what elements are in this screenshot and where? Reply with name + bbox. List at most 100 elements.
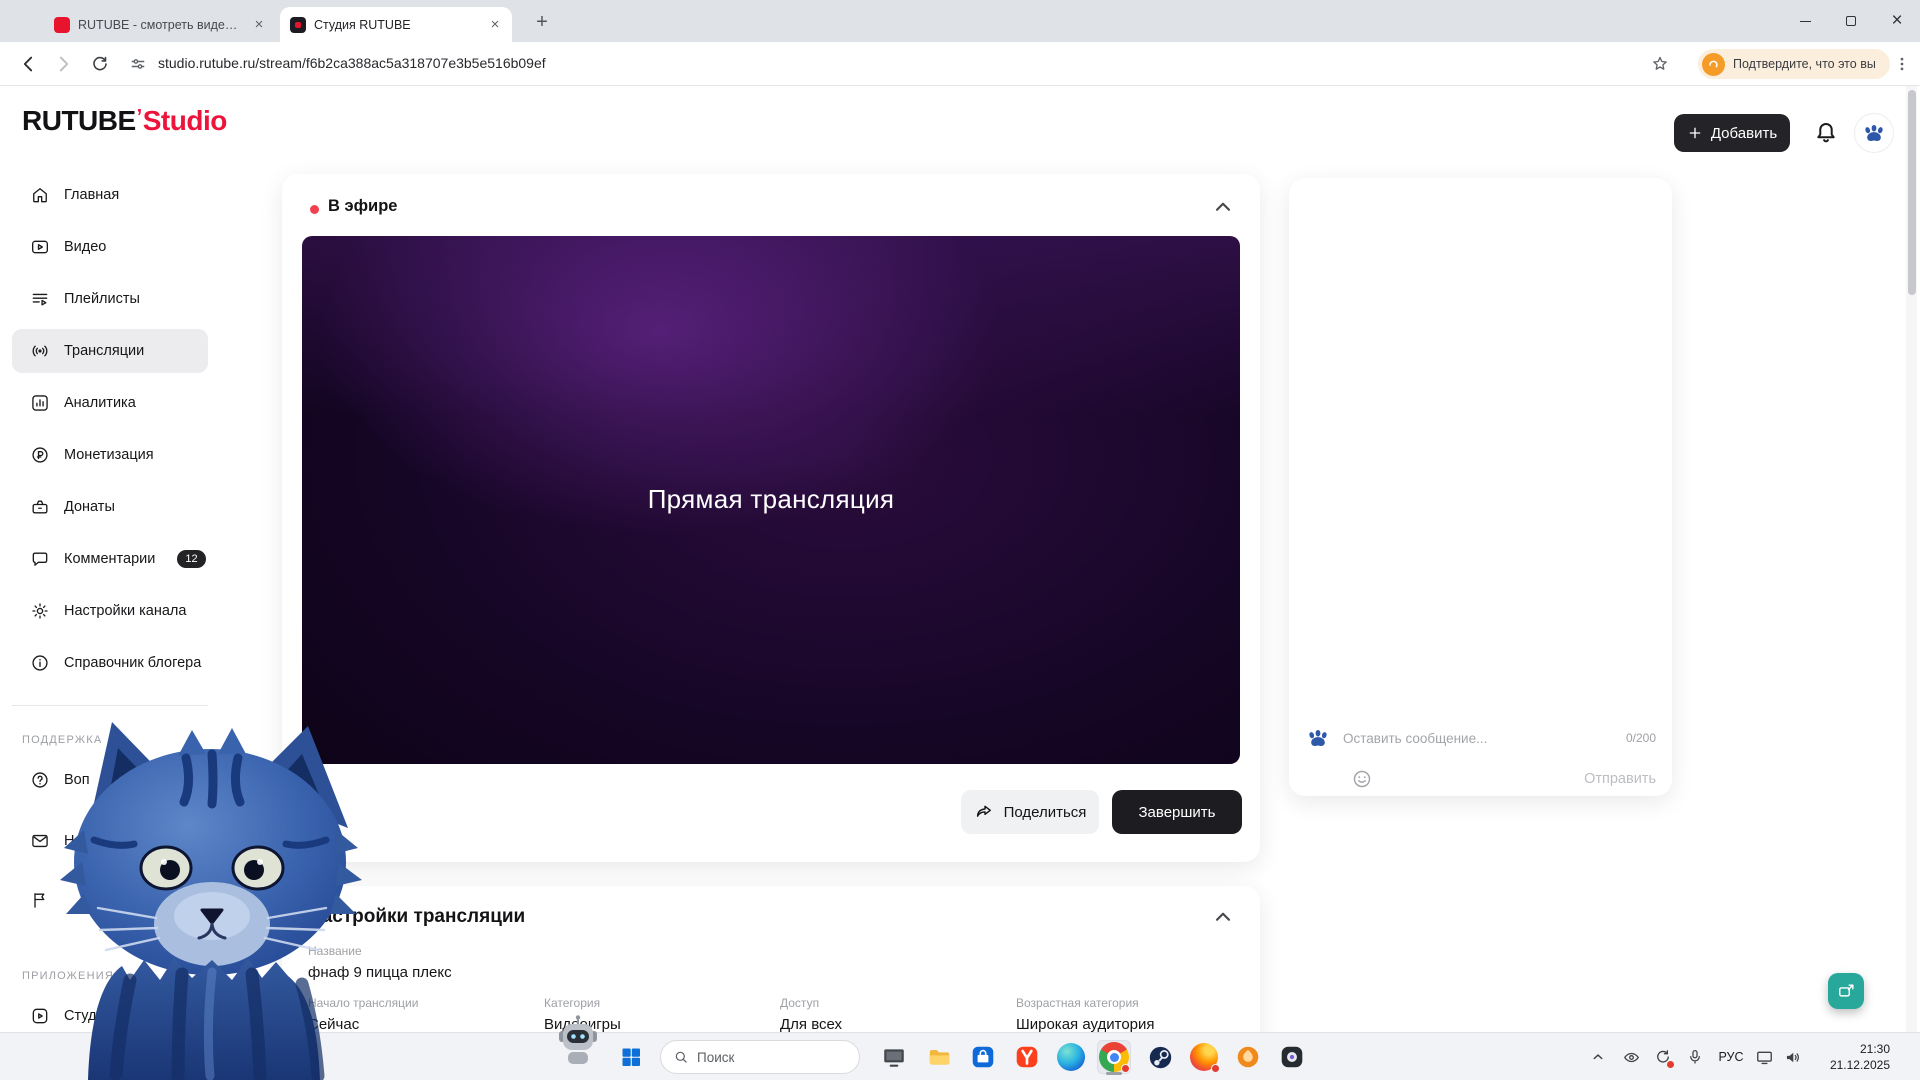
sidebar-item-home[interactable]: Главная — [12, 173, 208, 217]
sidebar-item-comments[interactable]: Комментарии 12 — [12, 537, 208, 581]
taskbar-search[interactable]: Поиск — [660, 1040, 860, 1074]
field-label: Возрастная категория — [1016, 996, 1246, 1010]
taskbar-clock[interactable]: 21:30 21.12.2025 — [1830, 1041, 1890, 1073]
share-button[interactable]: Поделиться — [961, 790, 1099, 834]
sidebar-item-label: Настройки канала — [64, 603, 186, 619]
verify-profile-chip[interactable]: Подтвердите, что это вы — [1698, 49, 1890, 79]
tray-chevron-up-icon[interactable] — [1586, 1045, 1610, 1069]
sidebar-item-video[interactable]: Видео — [12, 225, 208, 269]
live-chat-panel: 0/200 Отправить — [1289, 178, 1672, 796]
taskbar-app-chrome[interactable] — [1097, 1040, 1131, 1074]
sidebar-divider — [12, 705, 208, 706]
window-controls: × — [1782, 0, 1920, 42]
taskbar-app-dark[interactable] — [1275, 1040, 1309, 1074]
taskbar-app-firefox[interactable] — [1187, 1040, 1221, 1074]
finish-stream-button[interactable]: Завершить — [1112, 790, 1242, 834]
rutube-studio-page: RUTUBE’Studio Добавить Главная Видео Пле… — [0, 86, 1920, 1032]
notifications-bell-icon[interactable] — [1812, 118, 1842, 148]
field-access[interactable]: Доступ Для всех — [780, 996, 1010, 1032]
orange-app-icon — [1235, 1044, 1261, 1070]
tray-volume-icon[interactable] — [1780, 1045, 1804, 1069]
back-icon[interactable] — [14, 50, 42, 78]
search-icon — [673, 1049, 689, 1065]
site-settings-icon[interactable] — [124, 50, 152, 78]
taskbar-app-store[interactable] — [966, 1040, 1000, 1074]
forward-icon[interactable] — [50, 50, 78, 78]
sidebar-item-blogger-guide[interactable]: Справочник блогера — [12, 641, 208, 685]
browser-tab-rutube[interactable]: RUTUBE - смотреть видео он × — [44, 7, 276, 42]
sidebar-item-broadcasts[interactable]: Трансляции — [12, 329, 208, 373]
add-button[interactable]: Добавить — [1674, 114, 1790, 152]
sidebar-item-label: Видео — [64, 239, 106, 255]
tray-mic-icon[interactable] — [1683, 1045, 1707, 1069]
sidebar-item-faq[interactable]: Воп — [12, 758, 208, 802]
browser-tab-studio[interactable]: Студия RUTUBE × — [280, 7, 512, 42]
page-scrollbar[interactable] — [1906, 86, 1917, 1032]
taskbar-app-steam[interactable] — [1143, 1040, 1177, 1074]
sidebar-item-monetization[interactable]: Монетизация — [12, 433, 208, 477]
send-message-button[interactable]: Отправить — [1584, 771, 1656, 787]
sidebar-item-channel-settings[interactable]: Настройки канала — [12, 589, 208, 633]
address-bar[interactable]: studio.rutube.ru/stream/f6b2ca388ac5a318… — [158, 42, 546, 85]
tab-title: Студия RUTUBE — [314, 18, 478, 32]
sidebar-item-studio-app[interactable]: Студи — [12, 994, 208, 1032]
channel-avatar[interactable] — [1854, 113, 1894, 153]
playlists-icon — [30, 289, 50, 309]
sidebar-item-write-support[interactable]: На п — [12, 817, 208, 865]
robot-mascot — [556, 1014, 600, 1064]
start-button[interactable] — [614, 1040, 648, 1074]
reload-icon[interactable] — [86, 50, 114, 78]
sidebar-item-label: Монетизация — [64, 447, 154, 463]
comments-icon — [30, 549, 50, 569]
verify-chip-label: Подтвердите, что это вы — [1733, 57, 1876, 71]
emoji-smiley-icon[interactable] — [1351, 768, 1373, 790]
taskbar-app-computer[interactable] — [877, 1040, 911, 1074]
taskbar-app-orange[interactable] — [1231, 1040, 1265, 1074]
taskbar-app-explorer[interactable] — [922, 1040, 956, 1074]
stream-caption: Прямая трансляция — [302, 484, 1240, 515]
explorer-icon — [926, 1044, 952, 1070]
field-value[interactable]: Широкая аудитория — [1016, 1016, 1246, 1032]
browser-menu-icon[interactable] — [1888, 50, 1916, 78]
language-indicator[interactable]: РУС — [1712, 1033, 1750, 1080]
sidebar-item-donations[interactable]: Донаты — [12, 485, 208, 529]
chat-avatar-paw-icon — [1305, 725, 1331, 751]
tray-eye-icon[interactable] — [1619, 1045, 1643, 1069]
search-placeholder: Поиск — [697, 1050, 734, 1065]
tab-close-icon[interactable]: × — [250, 16, 268, 34]
rutube-studio-logo[interactable]: RUTUBE’Studio — [22, 106, 227, 137]
live-indicator-dot — [310, 205, 319, 214]
flag-icon — [30, 890, 50, 910]
sidebar-item-label: Трансляции — [64, 343, 144, 359]
plus-icon — [1687, 125, 1703, 141]
field-label: Категория — [544, 996, 774, 1010]
bookmark-star-icon[interactable] — [1646, 50, 1674, 78]
field-value[interactable]: Для всех — [780, 1016, 1010, 1032]
mail-icon — [30, 831, 50, 851]
taskbar-app-yandex[interactable] — [1010, 1040, 1044, 1074]
browser-toolbar: studio.rutube.ru/stream/f6b2ca388ac5a318… — [0, 42, 1920, 86]
comments-count-badge: 12 — [177, 550, 205, 568]
tab-close-icon[interactable]: × — [486, 16, 504, 34]
field-age-category[interactable]: Возрастная категория Широкая аудитория — [1016, 996, 1246, 1032]
tab-title: RUTUBE - смотреть видео он — [78, 18, 242, 32]
sidebar-item-label: Плейлисты — [64, 291, 140, 307]
scrollbar-thumb[interactable] — [1908, 90, 1916, 295]
tray-display-icon[interactable] — [1752, 1045, 1776, 1069]
sidebar-item-playlists[interactable]: Плейлисты — [12, 277, 208, 321]
feedback-fab[interactable] — [1828, 973, 1864, 1009]
chat-message-input[interactable] — [1343, 731, 1614, 746]
sidebar-item-analytics[interactable]: Аналитика — [12, 381, 208, 425]
collapse-chevron-icon[interactable] — [1210, 194, 1236, 220]
sidebar-item-complaints[interactable] — [12, 878, 208, 922]
tray-sync-icon[interactable] — [1651, 1045, 1675, 1069]
desktop: RUTUBE - смотреть видео он × Студия RUTU… — [0, 0, 1920, 1080]
maximize-button[interactable] — [1828, 0, 1874, 42]
stream-player[interactable]: Прямая трансляция — [302, 236, 1240, 764]
logo-rutube: RUTUBE — [22, 106, 136, 137]
taskbar-app-edge[interactable] — [1054, 1040, 1088, 1074]
collapse-chevron-icon[interactable] — [1210, 904, 1236, 930]
minimize-button[interactable] — [1782, 0, 1828, 42]
new-tab-button[interactable]: + — [528, 8, 556, 36]
close-window-button[interactable]: × — [1874, 0, 1920, 42]
